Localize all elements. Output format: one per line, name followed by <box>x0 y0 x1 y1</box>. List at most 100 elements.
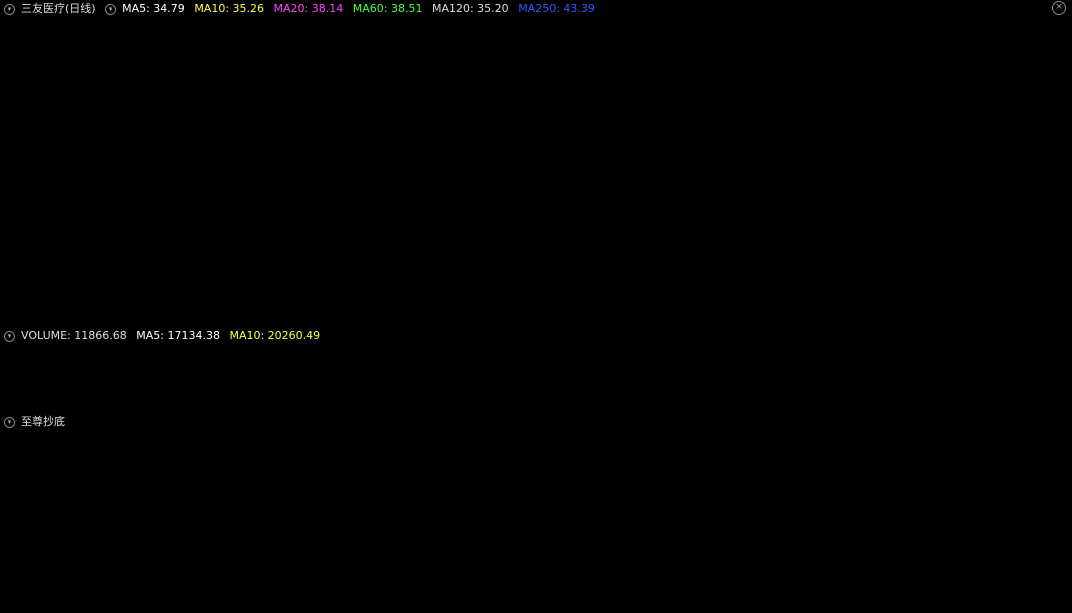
volume-bar <box>427 400 433 412</box>
candle-body <box>282 282 288 285</box>
volume-bar <box>763 351 769 412</box>
volume-bar <box>971 397 977 412</box>
candle-body <box>827 81 832 89</box>
candle-body <box>838 107 844 114</box>
candle-body <box>745 158 751 172</box>
volume-bar <box>224 402 230 412</box>
volume-bar <box>248 402 253 411</box>
volume-bar <box>716 399 722 412</box>
volume-bar <box>346 403 352 412</box>
event-marker[interactable]: 财 <box>459 311 470 325</box>
candle-body <box>317 281 322 285</box>
volume-bar <box>682 395 688 412</box>
candle-body <box>1046 176 1053 179</box>
event-marker[interactable]: 预 <box>818 312 829 325</box>
candle-body <box>184 248 189 262</box>
candle-body <box>380 283 386 286</box>
candle-body <box>844 113 849 121</box>
candle-body <box>45 165 50 172</box>
candle-body <box>1006 176 1011 178</box>
candle-body <box>699 161 705 172</box>
candle-body <box>867 107 873 121</box>
candle-body <box>548 164 554 185</box>
volume-bar <box>114 400 119 411</box>
candle-body <box>925 107 930 114</box>
volume-bar <box>653 394 658 411</box>
volume-bar <box>415 402 421 412</box>
candle-body <box>97 161 102 166</box>
candle-body <box>989 176 995 180</box>
volume-bar <box>890 391 896 412</box>
volume-bar <box>184 399 189 411</box>
candle-body <box>4 145 10 148</box>
volume-bar <box>838 390 844 411</box>
candle-body <box>514 248 519 255</box>
volume-bar <box>172 401 177 411</box>
candle-body <box>207 286 213 291</box>
volume-bar <box>253 403 258 411</box>
candle-body <box>1041 176 1047 179</box>
volume-bar <box>739 397 746 412</box>
event-marker[interactable]: 减 <box>934 312 945 325</box>
candle-body <box>196 273 201 287</box>
ma5-line <box>6 90 1062 285</box>
candle-body <box>404 279 410 288</box>
candle-body <box>647 145 652 153</box>
candle-body <box>815 81 821 89</box>
volume-bar <box>827 387 832 411</box>
volume-bar <box>334 403 340 412</box>
ma10-line <box>6 95 1056 285</box>
candle-body <box>433 247 439 262</box>
candle-body <box>485 231 490 239</box>
candle-body <box>236 266 242 269</box>
candle-body <box>728 171 734 173</box>
candle-body <box>676 183 682 190</box>
volume-ma5-line <box>6 370 1015 405</box>
candle-body <box>635 147 641 153</box>
event-marker[interactable]: $ <box>722 312 729 325</box>
candle-body <box>705 171 710 178</box>
volume-bar <box>867 392 873 412</box>
volume-bar <box>39 401 44 411</box>
candle-body <box>444 228 450 236</box>
candle-body <box>931 113 936 121</box>
volume-bar <box>276 402 282 412</box>
volume-bar <box>50 401 56 412</box>
candle-body <box>763 81 769 109</box>
volume-bar <box>317 403 322 411</box>
volume-bar <box>456 395 462 412</box>
candle-body <box>126 156 131 162</box>
volume-bar <box>196 401 201 411</box>
candle-body <box>1029 176 1035 179</box>
candle-body <box>409 275 415 281</box>
volume-bar <box>855 393 861 412</box>
indicator-panel-toggle-icon[interactable]: ▾ <box>4 416 15 428</box>
candle-body <box>508 243 513 249</box>
candle-body <box>607 145 612 153</box>
close-icon[interactable]: × <box>1052 1 1066 15</box>
candle-body <box>450 229 455 231</box>
candle-body <box>775 81 780 89</box>
ma5-label: MA5: 34.79 <box>122 2 185 15</box>
volume-bar <box>340 403 345 411</box>
volume-bar <box>937 396 942 411</box>
indicator-title: 至尊抄底 <box>21 415 65 428</box>
candle-body <box>525 241 531 252</box>
event-marker[interactable]: 榜 <box>760 311 771 325</box>
volume-bar <box>537 385 543 412</box>
volume-bar <box>10 400 16 412</box>
ma-settings-icon[interactable]: ▾ <box>105 3 117 15</box>
candle-body <box>1001 174 1006 177</box>
indicator-toggle-icon[interactable]: ▾ <box>4 3 15 15</box>
candle-body <box>618 151 624 154</box>
volume-bar <box>143 402 148 411</box>
volume-bar <box>126 402 131 411</box>
volume-bar <box>149 402 154 411</box>
candle-body <box>797 119 803 122</box>
candle-body <box>641 145 647 149</box>
candle-body <box>392 282 398 285</box>
volume-bar <box>322 403 329 412</box>
kline-chart[interactable]: 45.97 27.66 财 $ 榜 预 减 <box>0 0 1072 613</box>
volume-bar <box>943 396 948 411</box>
volume-toggle-icon[interactable]: ▾ <box>4 330 15 342</box>
